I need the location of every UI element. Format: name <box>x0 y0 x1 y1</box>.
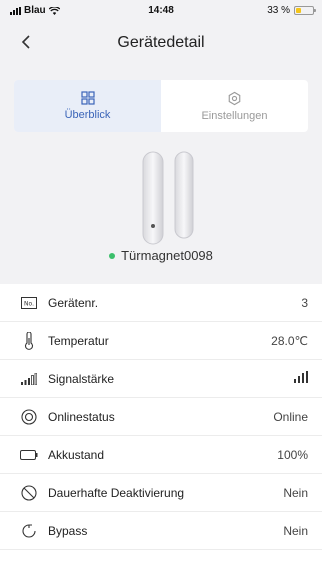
battery-percent: 33 % <box>267 5 290 16</box>
row-label: Signalstärke <box>48 371 115 386</box>
nav-header: Gerätedetail <box>0 26 322 62</box>
row-value: 100% <box>277 447 308 462</box>
battery-status-icon <box>294 6 316 15</box>
row-device-number: No. Gerätenr. 3 <box>0 284 322 322</box>
device-name-text: Türmagnet0098 <box>121 248 213 263</box>
row-label: Akkustand <box>48 447 105 462</box>
row-value: 3 <box>301 295 308 310</box>
row-online-status: Onlinestatus Online <box>0 398 322 436</box>
row-value: Nein <box>283 523 308 538</box>
disable-icon <box>20 484 38 502</box>
page-title: Gerätedetail <box>117 34 205 51</box>
tab-settings-label: Einstellungen <box>201 109 268 122</box>
row-label: Dauerhafte Deaktivierung <box>48 485 185 500</box>
svg-text:No.: No. <box>24 300 34 307</box>
row-temperature: Temperatur 28.0℃ <box>0 322 322 360</box>
row-permanent-deactivation: Dauerhafte Deaktivierung Nein <box>0 474 322 512</box>
row-value: Nein <box>283 485 308 500</box>
row-label: Gerätenr. <box>48 295 99 310</box>
row-signal-strength: Signalstärke <box>0 360 322 398</box>
tab-overview-label: Überblick <box>64 109 111 121</box>
battery-info: 33 % <box>267 5 316 16</box>
thermometer-icon <box>20 331 38 350</box>
battery-icon <box>20 446 38 464</box>
row-label: Bypass <box>48 523 88 538</box>
row-bypass: Bypass Nein <box>0 512 322 550</box>
tab-bar: Überblick Einstellungen <box>14 80 308 132</box>
bypass-icon <box>20 522 38 540</box>
row-value: 28.0℃ <box>271 333 308 348</box>
door-sensor-image <box>142 151 194 245</box>
device-name: Türmagnet0098 <box>0 248 322 263</box>
grid-icon <box>80 91 95 105</box>
signal-bars-icon <box>294 371 308 386</box>
row-battery: Akkustand 100% <box>0 436 322 474</box>
signal-icon <box>20 370 38 388</box>
device-attributes-list: No. Gerätenr. 3 Temperatur 28.0℃ Signals… <box>0 284 322 566</box>
battery-fill <box>296 8 302 13</box>
hexagon-settings-icon <box>228 91 241 105</box>
status-bar: Blau 14:48 33 % <box>0 0 322 22</box>
tab-overview[interactable]: Überblick <box>14 80 161 132</box>
online-status-icon <box>20 408 38 426</box>
tab-settings[interactable]: Einstellungen <box>161 80 308 132</box>
row-label: Temperatur <box>48 333 109 348</box>
row-value: Online <box>273 409 308 424</box>
number-icon: No. <box>20 294 38 312</box>
online-dot-icon <box>109 252 116 259</box>
row-label: Onlinestatus <box>48 409 115 424</box>
